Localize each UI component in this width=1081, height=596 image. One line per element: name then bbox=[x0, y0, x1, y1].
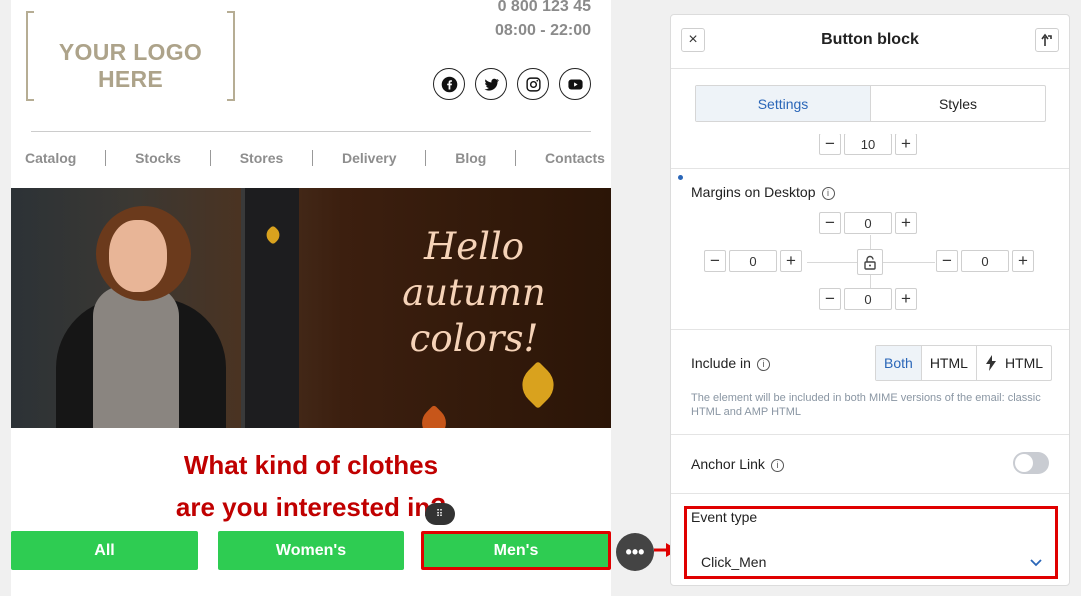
all-button[interactable]: All bbox=[11, 531, 198, 570]
nav-separator bbox=[209, 150, 211, 166]
event-type-select[interactable]: Click_Men bbox=[687, 547, 1055, 579]
margin-right-decrement[interactable]: − bbox=[936, 250, 958, 272]
margin-left-increment[interactable]: + bbox=[780, 250, 802, 272]
margin-left-decrement[interactable]: − bbox=[704, 250, 726, 272]
margin-right-stepper: − 0 + bbox=[936, 250, 1034, 272]
include-in-label: Include in i bbox=[691, 355, 770, 371]
section-divider bbox=[671, 493, 1069, 494]
nav-item-catalog[interactable]: Catalog bbox=[25, 150, 76, 166]
phone-number: 0 800 123 45 bbox=[497, 0, 591, 15]
partial-stepper: − 10 + bbox=[819, 133, 917, 155]
anchor-link-label: Anchor Link i bbox=[691, 456, 784, 472]
nav-item-stores[interactable]: Stores bbox=[240, 150, 284, 166]
nav-separator bbox=[105, 150, 107, 166]
banner-line-1: Hello bbox=[423, 225, 525, 268]
scroll-mask bbox=[671, 122, 1069, 134]
question-line-1: What kind of clothes bbox=[183, 450, 439, 480]
margin-bottom-stepper: − 0 + bbox=[819, 288, 917, 310]
chevron-down-icon bbox=[1030, 559, 1042, 567]
panel-tabs: Settings Styles bbox=[695, 85, 1046, 122]
leaf-graphic bbox=[415, 404, 453, 428]
person-face-graphic bbox=[109, 220, 167, 292]
info-icon[interactable]: i bbox=[770, 458, 784, 472]
include-in-description: The element will be included in both MIM… bbox=[691, 392, 1041, 418]
modified-indicator bbox=[678, 175, 683, 180]
door-graphic bbox=[241, 188, 299, 428]
tab-settings[interactable]: Settings bbox=[696, 86, 871, 121]
include-in-toggle-group: Both HTML HTML bbox=[875, 345, 1053, 381]
info-icon[interactable]: i bbox=[756, 357, 770, 371]
banner-line-2: autumn bbox=[402, 271, 546, 314]
margin-right-input[interactable]: 0 bbox=[961, 250, 1009, 272]
include-amp-label: HTML bbox=[1004, 355, 1044, 371]
instagram-icon[interactable] bbox=[517, 68, 549, 100]
anchor-link-toggle[interactable] bbox=[1013, 452, 1049, 474]
banner-line-3: colors! bbox=[409, 317, 539, 360]
nav-item-stocks[interactable]: Stocks bbox=[135, 150, 181, 166]
margin-left-stepper: − 0 + bbox=[704, 250, 802, 272]
margin-top-increment[interactable]: + bbox=[895, 212, 917, 234]
include-html-option[interactable]: HTML bbox=[920, 346, 976, 380]
event-type-value: Click_Men bbox=[701, 554, 767, 570]
lightning-icon bbox=[985, 355, 996, 371]
margins-label: Margins on Desktop i bbox=[691, 184, 835, 200]
anchor-link-label-text: Anchor Link bbox=[691, 456, 765, 472]
logo-text: YOUR LOGO HERE bbox=[58, 39, 203, 92]
more-options-button[interactable]: ••• bbox=[616, 533, 654, 571]
mens-button[interactable]: Men's bbox=[421, 531, 611, 570]
move-block-button[interactable] bbox=[1035, 28, 1059, 52]
panel-title: Button block bbox=[821, 31, 919, 48]
include-both-option[interactable]: Both bbox=[876, 346, 921, 380]
increment-button[interactable]: + bbox=[895, 133, 917, 155]
section-divider bbox=[671, 329, 1069, 330]
info-icon[interactable]: i bbox=[821, 186, 835, 200]
drag-handle-icon[interactable]: ⠿ bbox=[425, 503, 455, 525]
facebook-icon[interactable] bbox=[433, 68, 465, 100]
leaf-graphic bbox=[513, 360, 563, 410]
margin-top-input[interactable]: 0 bbox=[844, 212, 892, 234]
email-preview: YOUR LOGO HERE 0 800 123 45 08:00 - 22:0… bbox=[11, 0, 611, 596]
nav-separator bbox=[515, 150, 517, 166]
youtube-icon[interactable] bbox=[559, 68, 591, 100]
nav-item-contacts[interactable]: Contacts bbox=[545, 150, 605, 166]
settings-panel: × Button block Settings Styles − 10 + Ma… bbox=[670, 14, 1070, 586]
banner-headline: Hello autumn colors! bbox=[389, 224, 559, 362]
unlock-icon bbox=[864, 255, 876, 270]
stepper-value[interactable]: 10 bbox=[844, 133, 892, 155]
include-in-label-text: Include in bbox=[691, 355, 751, 371]
question-line-2: are you interested in? bbox=[175, 492, 447, 522]
person-sweater-graphic bbox=[93, 286, 179, 428]
margin-bottom-increment[interactable]: + bbox=[895, 288, 917, 310]
nav-item-delivery[interactable]: Delivery bbox=[342, 150, 396, 166]
section-divider bbox=[671, 434, 1069, 435]
margin-top-decrement[interactable]: − bbox=[819, 212, 841, 234]
womens-button[interactable]: Women's bbox=[218, 531, 404, 570]
twitter-icon[interactable] bbox=[475, 68, 507, 100]
margin-top-stepper: − 0 + bbox=[819, 212, 917, 234]
margin-right-increment[interactable]: + bbox=[1012, 250, 1034, 272]
margins-label-text: Margins on Desktop bbox=[691, 184, 816, 200]
social-links bbox=[433, 68, 591, 100]
move-up-icon bbox=[1041, 33, 1052, 46]
question-heading: What kind of clothes are you interested … bbox=[11, 444, 611, 528]
include-amp-option[interactable]: HTML bbox=[975, 346, 1051, 380]
logo: YOUR LOGO HERE bbox=[26, 11, 235, 101]
margin-bottom-input[interactable]: 0 bbox=[844, 288, 892, 310]
event-type-label: Event type bbox=[691, 509, 758, 525]
nav-separator bbox=[425, 150, 427, 166]
header-divider bbox=[31, 131, 591, 132]
hero-banner-image: Hello autumn colors! bbox=[11, 188, 611, 428]
tab-styles[interactable]: Styles bbox=[871, 86, 1045, 121]
margin-bottom-decrement[interactable]: − bbox=[819, 288, 841, 310]
email-nav: Catalog Stocks Stores Delivery Blog Cont… bbox=[25, 150, 605, 166]
panel-header: × Button block bbox=[671, 15, 1069, 69]
nav-separator bbox=[312, 150, 314, 166]
lock-margins-button[interactable] bbox=[857, 249, 883, 275]
opening-hours: 08:00 - 22:00 bbox=[494, 22, 591, 39]
section-divider bbox=[671, 168, 1069, 169]
decrement-button[interactable]: − bbox=[819, 133, 841, 155]
margin-left-input[interactable]: 0 bbox=[729, 250, 777, 272]
nav-item-blog[interactable]: Blog bbox=[455, 150, 486, 166]
